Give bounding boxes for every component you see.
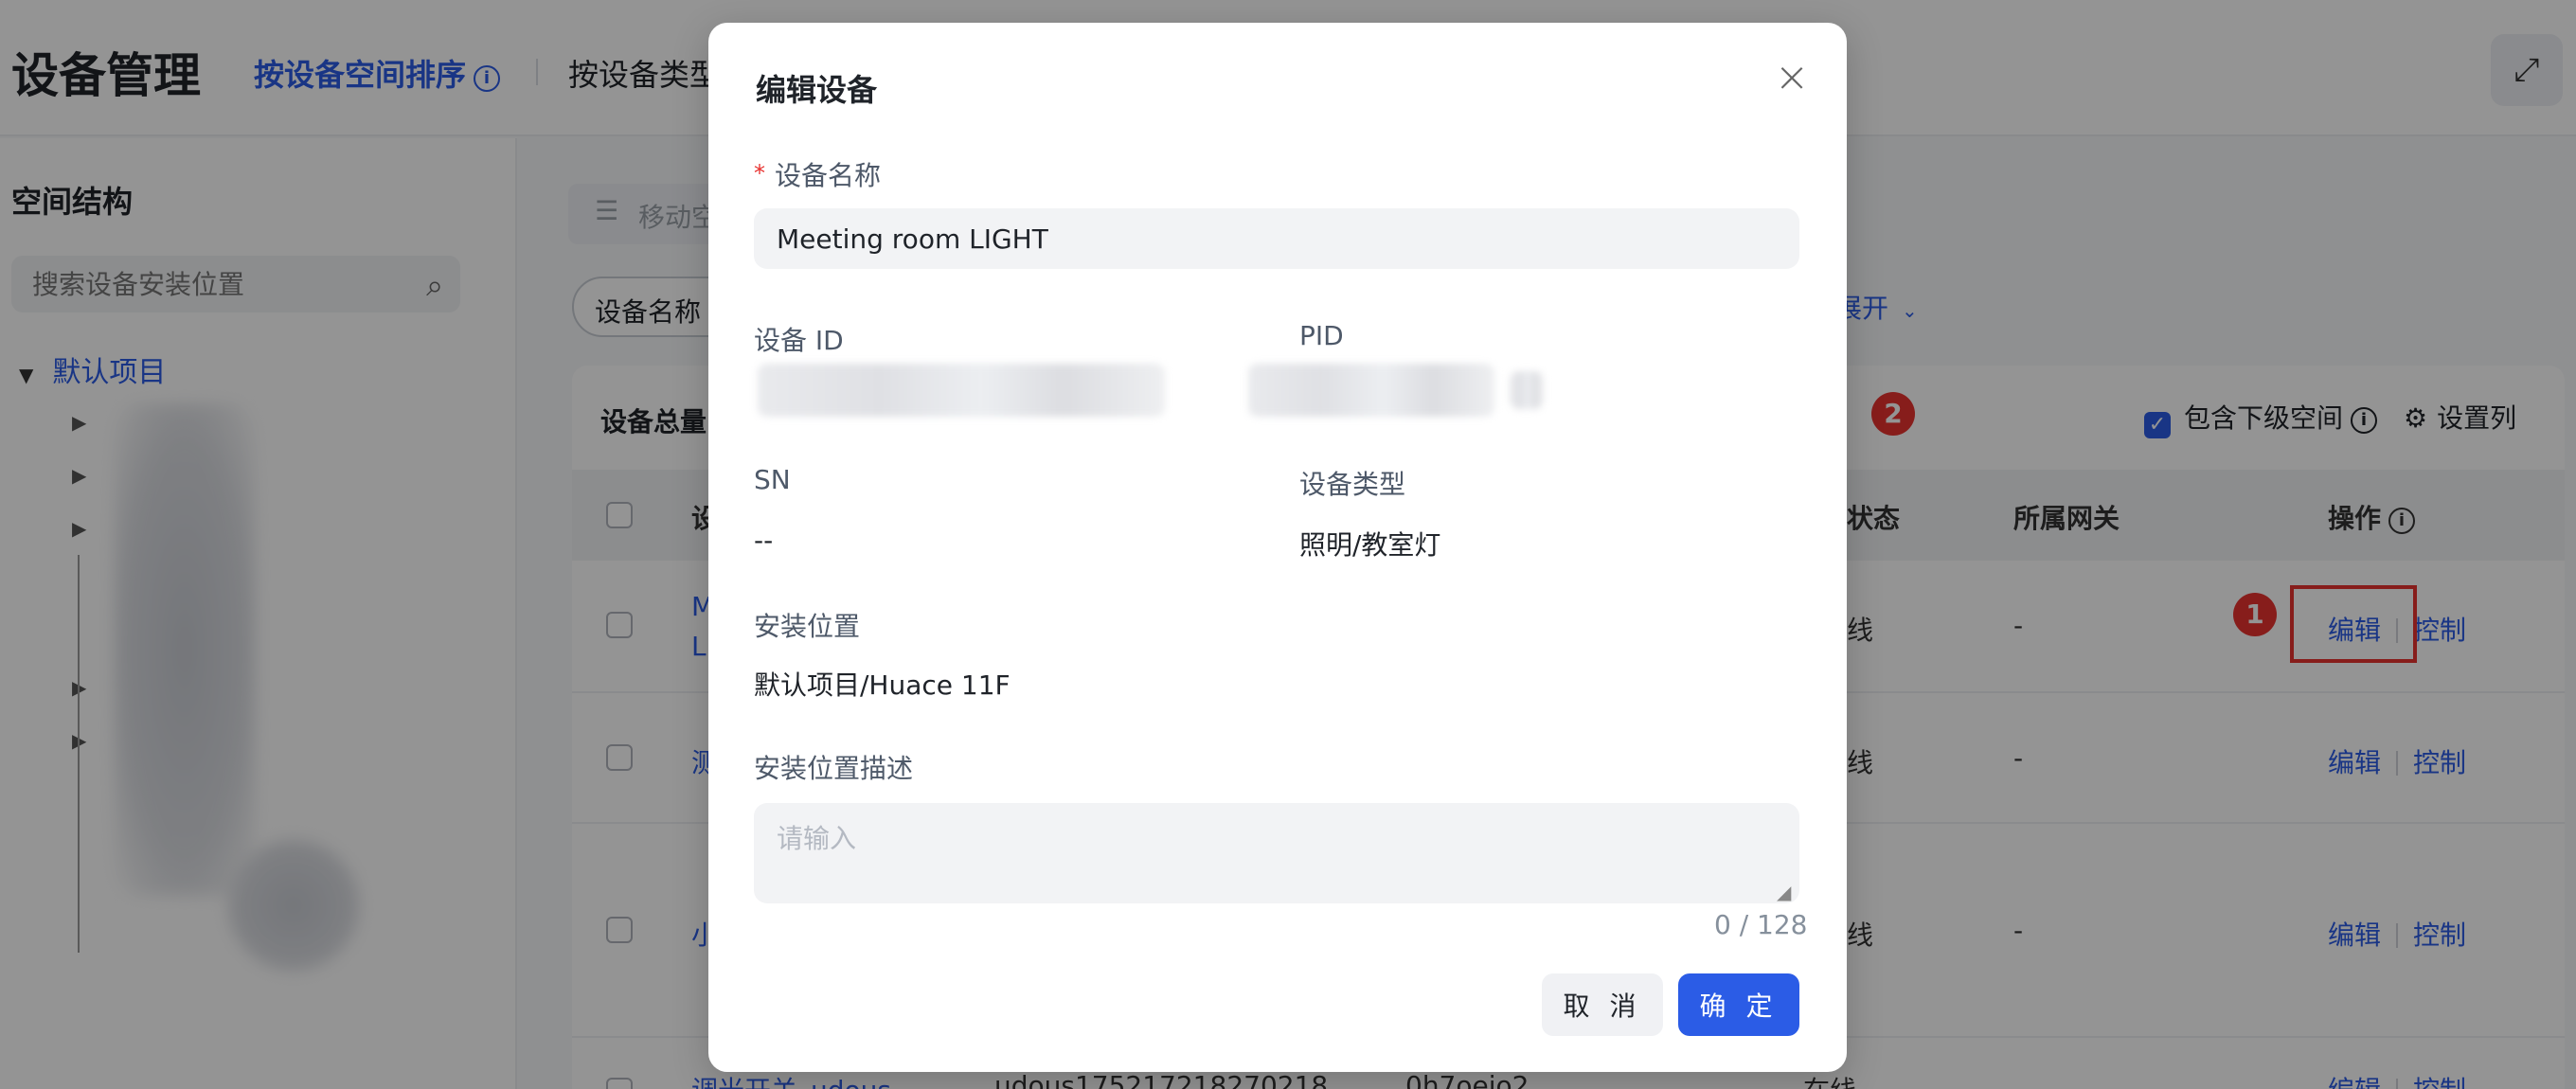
char-counter: 0 / 128 — [1714, 909, 1808, 940]
confirm-button[interactable]: 确 定 — [1678, 973, 1799, 1036]
resize-handle-icon[interactable]: ◢ — [1777, 881, 1791, 903]
device-name-input[interactable] — [754, 208, 1799, 269]
device-type-value: 照明/教室灯 — [1299, 529, 1441, 561]
close-icon[interactable]: × — [1771, 57, 1813, 100]
location-value: 默认项目/Huace 11F — [754, 669, 1011, 701]
copy-icon[interactable] — [1510, 371, 1544, 409]
location-desc-label: 安装位置描述 — [754, 753, 914, 784]
required-mark: * — [754, 160, 765, 187]
redacted-device-id — [758, 364, 1165, 417]
sn-label: SN — [754, 464, 791, 495]
device-type-label: 设备类型 — [1299, 469, 1406, 500]
sn-value: -- — [754, 525, 774, 556]
redacted-pid — [1248, 364, 1494, 417]
location-label: 安装位置 — [754, 611, 861, 642]
pid-label: PID — [1299, 320, 1344, 351]
edit-device-modal: 编辑设备 × * 设备名称 设备 ID PID SN -- 设备类型 照明/教室灯… — [708, 23, 1847, 1072]
device-name-label-text: 设备名称 — [775, 160, 882, 191]
device-name-label: * 设备名称 — [754, 155, 881, 193]
location-desc-textarea[interactable] — [754, 803, 1799, 903]
modal-title: 编辑设备 — [756, 72, 878, 108]
cancel-button[interactable]: 取 消 — [1542, 973, 1663, 1036]
device-id-label: 设备 ID — [754, 325, 844, 356]
